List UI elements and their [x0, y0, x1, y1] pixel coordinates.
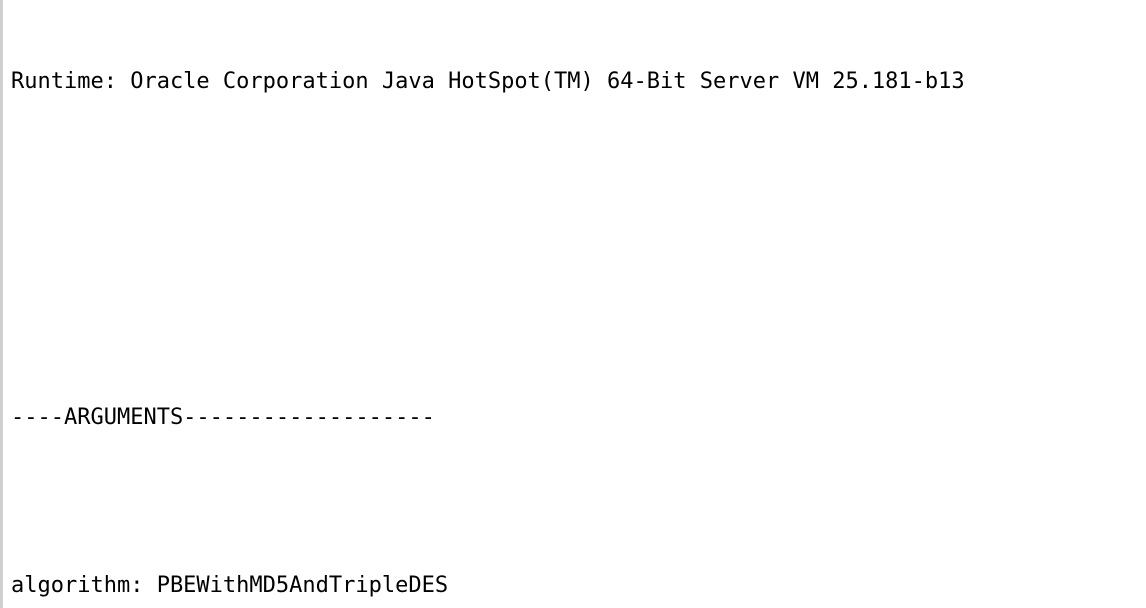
blank-line: [11, 152, 1138, 180]
argument-algorithm: algorithm: PBEWithMD5AndTripleDES: [11, 572, 1138, 600]
runtime-line: Runtime: Oracle Corporation Java HotSpot…: [11, 68, 1138, 96]
blank-line: [11, 488, 1138, 516]
arguments-header: ----ARGUMENTS-------------------: [11, 404, 1138, 432]
blank-line: [11, 320, 1138, 348]
blank-line: [11, 236, 1138, 264]
terminal-output-area[interactable]: Runtime: Oracle Corporation Java HotSpot…: [3, 0, 1146, 608]
